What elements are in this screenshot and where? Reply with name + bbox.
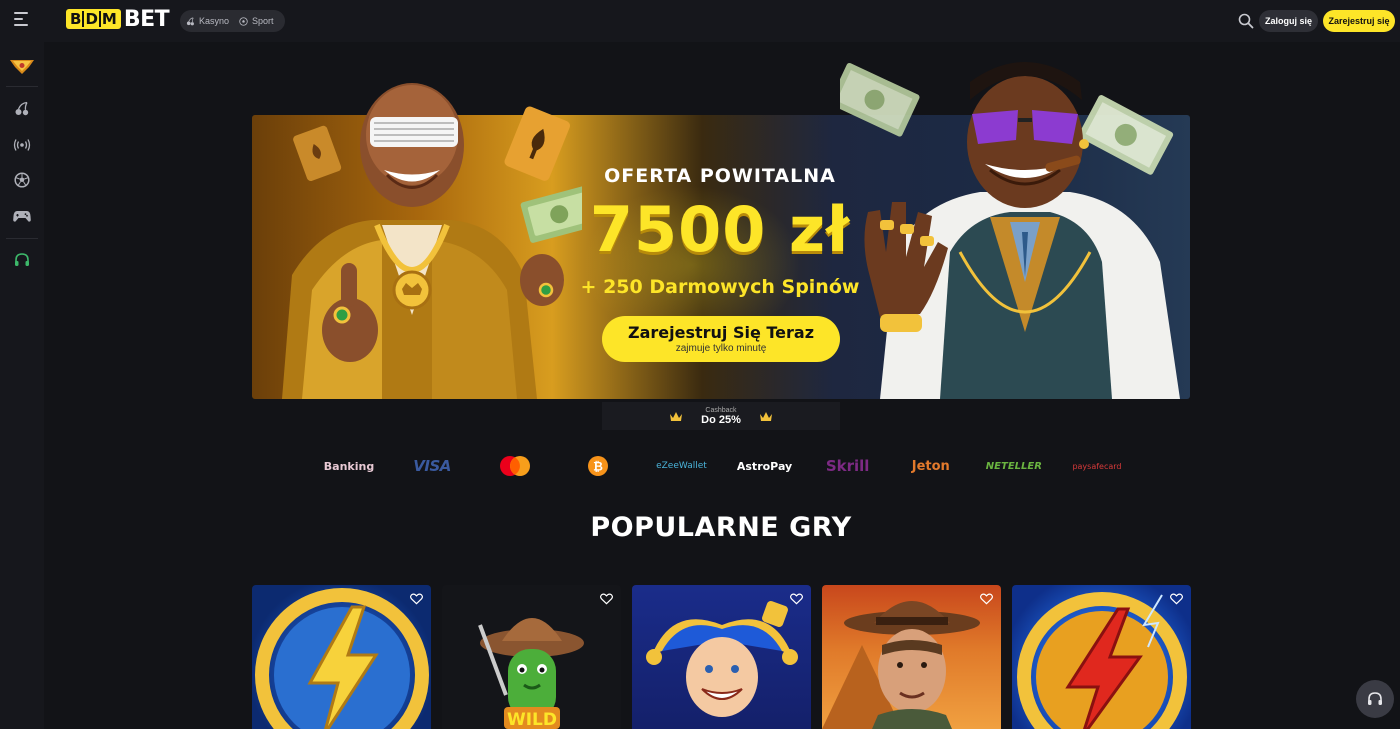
headset-icon xyxy=(1368,692,1382,705)
offer-amount: 7500 zł xyxy=(589,193,851,266)
site-logo[interactable]: B D M BET xyxy=(66,6,170,32)
game-tile[interactable] xyxy=(822,585,1001,729)
gold-suit-character-illustration xyxy=(282,83,582,399)
sidebar-item-live[interactable] xyxy=(12,135,32,155)
logo-letter-d: D xyxy=(84,11,101,27)
favorite-heart-icon[interactable] xyxy=(980,593,993,605)
crown-icon xyxy=(759,411,772,421)
register-now-sublabel: zajmuje tylko minutę xyxy=(675,343,767,354)
payment-bitcoin: ₿ xyxy=(557,456,639,476)
fur-coat-character-illustration xyxy=(840,62,1180,399)
sidebar-item-games[interactable] xyxy=(12,206,32,226)
live-broadcast-icon xyxy=(13,139,31,151)
payment-neteller: NETELLER xyxy=(985,460,1042,472)
popular-games-row: WILD xyxy=(252,585,1192,729)
favorite-heart-icon[interactable] xyxy=(1170,593,1183,605)
register-button[interactable]: Zarejestruj się xyxy=(1323,10,1395,32)
cherries-icon xyxy=(186,17,194,25)
favorite-heart-icon[interactable] xyxy=(600,593,613,605)
mode-sport[interactable]: Sport xyxy=(239,16,274,26)
payment-ezeewallet: eZeeWallet xyxy=(656,461,707,471)
lightning-coin-artwork xyxy=(255,588,429,729)
mastercard-logo-icon xyxy=(500,456,531,476)
sidebar-item-sport[interactable] xyxy=(12,170,32,190)
logo-box: B D M xyxy=(66,9,121,29)
bitcoin-logo-icon: ₿ xyxy=(588,456,609,476)
offer-label: OFERTA POWITALNA xyxy=(604,165,836,187)
payment-methods: Banking VISA ₿ eZeeWallet AstroPay Skril… xyxy=(308,450,1138,482)
game-tile[interactable] xyxy=(632,585,811,729)
register-now-button[interactable]: Zarejestruj Się Teraz zajmuje tylko minu… xyxy=(602,316,840,362)
payment-astropay: AstroPay xyxy=(736,459,793,473)
logo-word: BET xyxy=(123,6,170,32)
favorite-heart-icon[interactable] xyxy=(790,593,803,605)
svg-text:₿: ₿ xyxy=(593,460,603,474)
game-tile[interactable]: WILD xyxy=(442,585,621,729)
sidebar xyxy=(0,42,44,729)
cashback-strip: Cashback Do 25% xyxy=(602,402,840,430)
sidebar-divider xyxy=(6,238,38,239)
top-bar: B D M BET Kasyno Sport Zaloguj się Zarej… xyxy=(0,0,1400,42)
live-support-button[interactable] xyxy=(1356,680,1394,718)
menu-toggle-button[interactable] xyxy=(14,12,32,28)
mode-casino-label: Kasyno xyxy=(199,16,230,26)
mode-sport-label: Sport xyxy=(252,16,274,26)
game-tile[interactable] xyxy=(252,585,431,729)
payment-mastercard xyxy=(474,455,556,477)
explorer-artwork xyxy=(822,601,980,729)
payment-jeton: Jeton xyxy=(911,458,950,474)
cherries-icon xyxy=(15,101,29,116)
logo-letter-m: M xyxy=(101,10,117,28)
mode-switch: Kasyno Sport xyxy=(180,10,285,32)
soccer-ball-icon xyxy=(14,172,30,188)
sidebar-item-support[interactable] xyxy=(12,250,32,270)
cashback-value: Do 25% xyxy=(701,413,741,426)
cactus-cowboy-artwork: WILD xyxy=(478,618,584,729)
register-now-label: Zarejestruj Się Teraz xyxy=(627,323,815,342)
jester-artwork xyxy=(646,601,798,717)
red-lightning-coin-artwork xyxy=(1017,592,1187,729)
payment-visa: VISA xyxy=(413,457,451,475)
payment-banking: Banking xyxy=(323,459,375,473)
soccer-ball-icon xyxy=(239,16,248,26)
headset-icon xyxy=(15,253,29,266)
sidebar-item-vip[interactable] xyxy=(9,56,35,76)
login-button[interactable]: Zaloguj się xyxy=(1259,10,1318,32)
search-icon[interactable] xyxy=(1238,13,1254,29)
gamepad-icon xyxy=(13,211,31,222)
cashback-text: Cashback Do 25% xyxy=(701,407,741,426)
crown-icon xyxy=(670,411,683,421)
sidebar-divider xyxy=(6,86,38,87)
cashback-label: Cashback xyxy=(705,406,737,414)
popular-games-title: POPULARNE GRY xyxy=(590,512,852,543)
payment-skrill: Skrill xyxy=(825,457,870,475)
payment-paysafecard: paysafecard xyxy=(1072,461,1122,471)
svg-text:WILD: WILD xyxy=(507,710,557,729)
game-tile[interactable] xyxy=(1012,585,1191,729)
logo-letter-b: B xyxy=(69,11,85,27)
offer-spins: + 250 Darmowych Spinów xyxy=(580,276,860,298)
sidebar-item-casino[interactable] xyxy=(12,99,32,119)
mode-casino[interactable]: Kasyno xyxy=(186,16,229,26)
vip-crown-icon xyxy=(10,60,34,74)
favorite-heart-icon[interactable] xyxy=(410,593,423,605)
